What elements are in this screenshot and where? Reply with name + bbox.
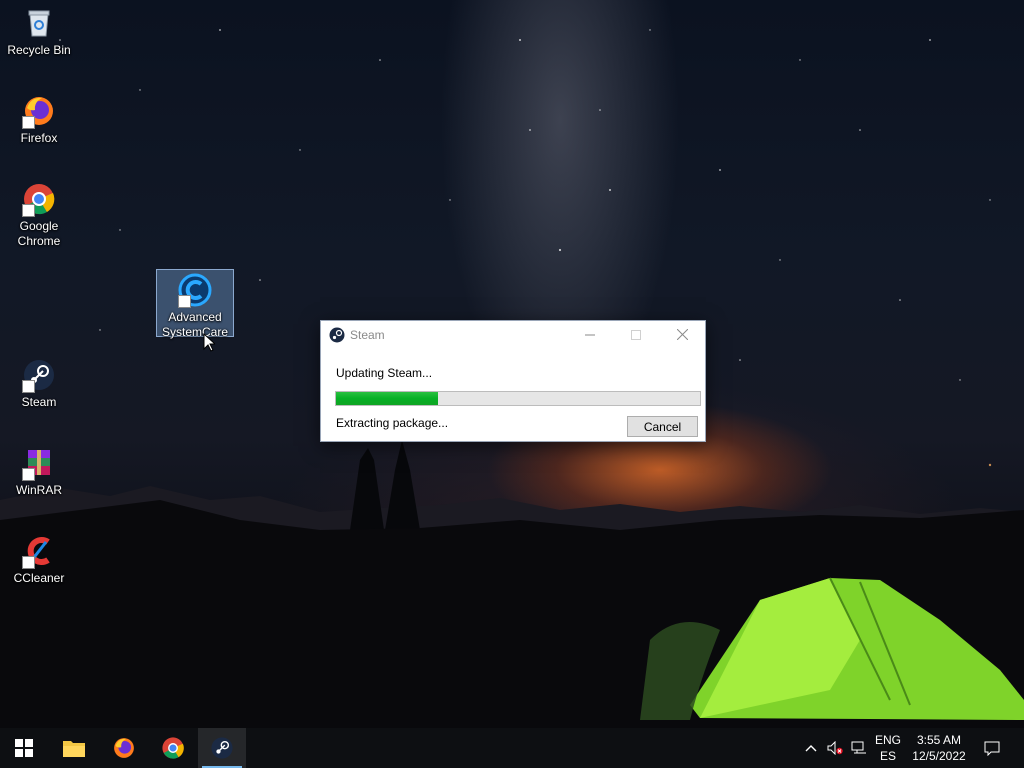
volume-muted-icon	[827, 741, 843, 755]
steam-update-dialog: Steam Updating Steam... Extracting packa…	[320, 320, 706, 442]
steam-icon	[211, 737, 233, 759]
update-status-text: Updating Steam...	[336, 366, 433, 380]
windows-start-icon	[15, 739, 33, 757]
clock-date: 12/5/2022	[912, 749, 966, 763]
action-center-button[interactable]	[978, 728, 1006, 768]
desktop-icon-label: WinRAR	[15, 483, 62, 497]
close-icon	[676, 328, 688, 341]
firefox-icon	[22, 94, 56, 129]
desktop-icon-advanced-systemcare[interactable]: Advanced SystemCare	[156, 269, 234, 339]
winrar-icon	[22, 446, 56, 481]
start-button[interactable]	[0, 728, 48, 768]
desktop-icon-label: Firefox	[20, 131, 58, 145]
maximize-button[interactable]	[613, 321, 659, 349]
close-button[interactable]	[659, 321, 705, 349]
keyboard-layout: ES	[879, 749, 896, 763]
taskbar-steam[interactable]	[198, 728, 246, 768]
firefox-icon	[114, 738, 134, 758]
language-indicator[interactable]: ENG ES	[872, 732, 904, 764]
shortcut-arrow-icon	[22, 116, 35, 129]
advanced-systemcare-icon	[178, 273, 212, 308]
desktop-icon-label: Google Chrome	[17, 219, 61, 248]
desktop-icon-winrar[interactable]: WinRAR	[1, 446, 77, 500]
desktop-icon-recycle-bin[interactable]: Recycle Bin	[1, 6, 77, 60]
minimize-button[interactable]	[567, 321, 613, 349]
clock-time: 3:55 AM	[916, 733, 962, 747]
chrome-icon	[22, 182, 56, 217]
desktop-icon-ccleaner[interactable]: CCleaner	[1, 534, 77, 588]
show-hidden-icons-button[interactable]	[800, 728, 822, 768]
taskbar-file-explorer[interactable]	[50, 728, 98, 768]
steam-icon	[329, 327, 345, 343]
clock[interactable]: 3:55 AM 12/5/2022	[906, 732, 972, 764]
shortcut-arrow-icon	[22, 556, 35, 569]
chrome-icon	[162, 737, 184, 759]
volume-button[interactable]	[824, 728, 846, 768]
update-progress-bar	[335, 391, 701, 406]
network-button[interactable]	[848, 728, 870, 768]
desktop-icon-google-chrome[interactable]: Google Chrome	[1, 182, 77, 250]
shortcut-arrow-icon	[178, 295, 191, 308]
notification-icon	[984, 741, 1000, 756]
taskbar-firefox[interactable]	[100, 728, 148, 768]
taskbar-chrome[interactable]	[149, 728, 197, 768]
steam-icon	[22, 358, 56, 393]
file-explorer-icon	[63, 741, 85, 757]
taskbar: ENG ES 3:55 AM 12/5/2022	[0, 728, 1024, 768]
progress-fill	[336, 392, 438, 405]
maximize-icon	[631, 330, 641, 340]
desktop-icon-steam[interactable]: Steam	[1, 358, 77, 412]
shortcut-arrow-icon	[22, 468, 35, 481]
chevron-up-icon	[805, 745, 817, 752]
shortcut-arrow-icon	[22, 204, 35, 217]
desktop-icon-label: Advanced SystemCare	[161, 310, 229, 339]
desktop-icon-firefox[interactable]: Firefox	[1, 94, 77, 148]
dialog-title: Steam	[350, 328, 385, 342]
cancel-button[interactable]: Cancel	[627, 416, 698, 437]
desktop-icon-label: Recycle Bin	[7, 43, 71, 57]
ccleaner-icon	[22, 534, 56, 569]
mouse-cursor-icon	[203, 333, 215, 352]
recycle-bin-icon	[22, 6, 56, 40]
dialog-titlebar[interactable]: Steam	[321, 321, 705, 349]
shortcut-arrow-icon	[22, 380, 35, 393]
desktop-icon-label: Steam	[21, 395, 57, 409]
network-icon	[851, 741, 866, 754]
language-code: ENG	[874, 733, 901, 747]
update-substatus-text: Extracting package...	[336, 416, 449, 430]
minimize-icon	[585, 334, 595, 336]
desktop-icon-label: CCleaner	[13, 571, 65, 585]
